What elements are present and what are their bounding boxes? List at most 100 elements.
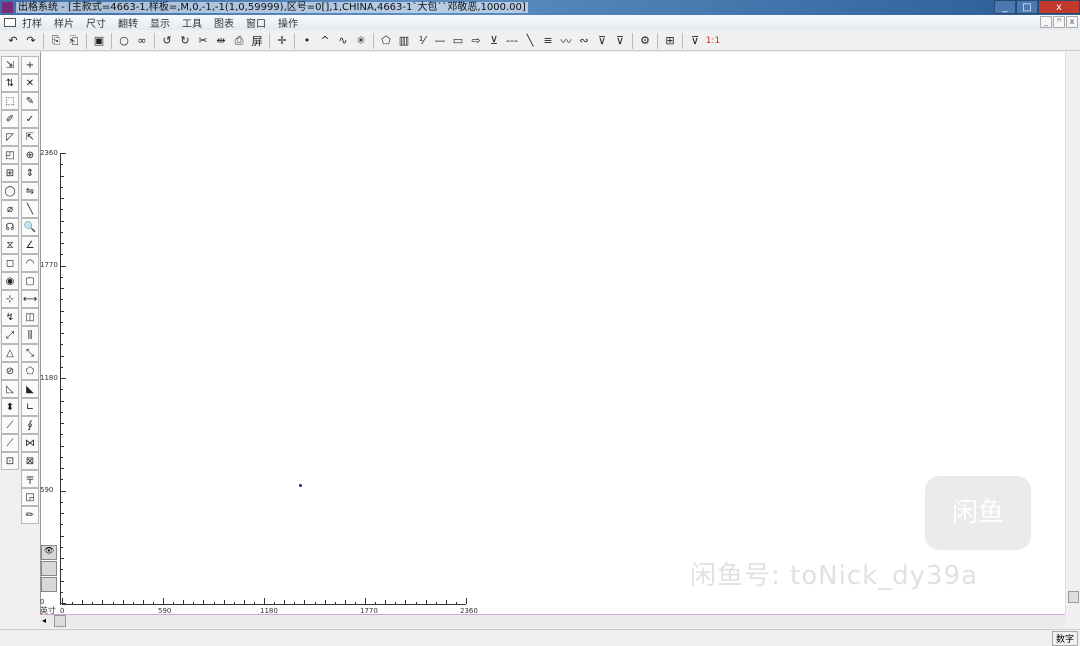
extra-tool-1-icon[interactable]: ◲ bbox=[21, 488, 39, 506]
curve-icon[interactable]: ∿ bbox=[334, 32, 352, 50]
left-tool-42-icon[interactable]: ⟋ bbox=[1, 434, 19, 452]
horizontal-scrollbar[interactable]: ◂ bbox=[40, 615, 1065, 628]
left-tool-43-icon[interactable]: ⋈ bbox=[21, 434, 39, 452]
dart-icon[interactable]: ⊻ bbox=[485, 32, 503, 50]
mdi-minimize-button[interactable]: _ bbox=[1040, 16, 1052, 28]
menu-yangpian[interactable]: 样片 bbox=[54, 15, 74, 30]
mirror-icon[interactable]: ⇹ bbox=[212, 32, 230, 50]
left-tool-29-icon[interactable]: ◫ bbox=[21, 308, 39, 326]
cut-icon[interactable]: ✂ bbox=[194, 32, 212, 50]
menu-fanzhuan[interactable]: 翻转 bbox=[118, 15, 138, 30]
panel-button[interactable] bbox=[41, 561, 57, 576]
menu-chuangkou[interactable]: 窗口 bbox=[246, 15, 266, 30]
left-tool-6-icon[interactable]: ✐ bbox=[1, 110, 19, 128]
left-tool-28-icon[interactable]: ↯ bbox=[1, 308, 19, 326]
left-tool-34-icon[interactable]: ⊘ bbox=[1, 362, 19, 380]
left-tool-12-icon[interactable]: ⊞ bbox=[1, 164, 19, 182]
left-tool-40-icon[interactable]: ⟋ bbox=[1, 416, 19, 434]
left-tool-39-icon[interactable]: ∟ bbox=[21, 398, 39, 416]
left-tool-0-icon[interactable]: ⇲ bbox=[1, 56, 19, 74]
left-tool-9-icon[interactable]: ⇱ bbox=[21, 128, 39, 146]
left-tool-37-icon[interactable]: ◣ bbox=[21, 380, 39, 398]
scroll-thumb[interactable] bbox=[54, 615, 66, 627]
left-tool-3-icon[interactable]: ✕ bbox=[21, 74, 39, 92]
zigzag-icon[interactable]: 〰 bbox=[557, 32, 575, 50]
scale-icon[interactable]: 1:1 bbox=[704, 32, 722, 50]
left-tool-38-icon[interactable]: ⬍ bbox=[1, 398, 19, 416]
print-icon[interactable]: ▣ bbox=[90, 32, 108, 50]
left-tool-23-icon[interactable]: ◠ bbox=[21, 254, 39, 272]
menu-gongju[interactable]: 工具 bbox=[182, 15, 202, 30]
rect-icon[interactable]: ▭ bbox=[449, 32, 467, 50]
left-tool-27-icon[interactable]: ⟷ bbox=[21, 290, 39, 308]
left-tool-11-icon[interactable]: ⊕ bbox=[21, 146, 39, 164]
maximize-button[interactable]: □ bbox=[1016, 0, 1038, 14]
screen-icon[interactable]: 屏 bbox=[248, 32, 266, 50]
left-tool-5-icon[interactable]: ✎ bbox=[21, 92, 39, 110]
mdi-restore-button[interactable]: ꟸ bbox=[1053, 16, 1065, 28]
undo-icon[interactable]: ↺ bbox=[158, 32, 176, 50]
left-tool-20-icon[interactable]: ⧖ bbox=[1, 236, 19, 254]
left-tool-35-icon[interactable]: ⬠ bbox=[21, 362, 39, 380]
left-tool-30-icon[interactable]: ⤢ bbox=[1, 326, 19, 344]
left-tool-22-icon[interactable]: ◻ bbox=[1, 254, 19, 272]
drawing-canvas[interactable] bbox=[40, 52, 1065, 615]
clipboard-icon[interactable]: ⎙ bbox=[230, 32, 248, 50]
left-tool-13-icon[interactable]: ⇕ bbox=[21, 164, 39, 182]
menu-xianshi[interactable]: 显示 bbox=[150, 15, 170, 30]
left-tool-14-icon[interactable]: ◯ bbox=[1, 182, 19, 200]
left-tool-18-icon[interactable]: ☊ bbox=[1, 218, 19, 236]
arrow-icon[interactable]: ⇨ bbox=[467, 32, 485, 50]
ruler-icon[interactable]: ⅟ bbox=[413, 32, 431, 50]
menu-caozuo[interactable]: 操作 bbox=[278, 15, 298, 30]
left-tool-4-icon[interactable]: ⬚ bbox=[1, 92, 19, 110]
menu-tubiao[interactable]: 图表 bbox=[214, 15, 234, 30]
dash-icon[interactable]: --- bbox=[503, 32, 521, 50]
left-tool-31-icon[interactable]: ⫼ bbox=[21, 326, 39, 344]
left-tool-8-icon[interactable]: ◸ bbox=[1, 128, 19, 146]
scroll-left-icon[interactable]: ◂ bbox=[42, 616, 46, 625]
notch-icon[interactable]: ⬠ bbox=[377, 32, 395, 50]
left-tool-36-icon[interactable]: ◺ bbox=[1, 380, 19, 398]
dart3-icon[interactable]: ⊽ bbox=[611, 32, 629, 50]
point-icon[interactable]: • bbox=[298, 32, 316, 50]
menu-dayang[interactable]: 打样 bbox=[22, 15, 42, 30]
left-tool-45-icon[interactable]: ⊠ bbox=[21, 452, 39, 470]
wave-icon[interactable]: ∾ bbox=[575, 32, 593, 50]
left-tool-26-icon[interactable]: ⊹ bbox=[1, 290, 19, 308]
star-icon[interactable]: ✳ bbox=[352, 32, 370, 50]
left-tool-1-icon[interactable]: + bbox=[21, 56, 39, 74]
mdi-close-button[interactable]: x bbox=[1066, 16, 1078, 28]
crosshair-icon[interactable]: ✛ bbox=[273, 32, 291, 50]
close-button[interactable]: x bbox=[1038, 0, 1080, 14]
left-tool-21-icon[interactable]: ∠ bbox=[21, 236, 39, 254]
left-tool-19-icon[interactable]: 🔍 bbox=[21, 218, 39, 236]
disabled-icon[interactable]: ⊽ bbox=[686, 32, 704, 50]
vertical-scrollbar[interactable] bbox=[1065, 52, 1080, 615]
minimize-button[interactable]: _ bbox=[994, 0, 1016, 14]
redo-icon[interactable]: ↻ bbox=[176, 32, 194, 50]
left-tool-32-icon[interactable]: △ bbox=[1, 344, 19, 362]
open-icon[interactable]: ↶ bbox=[4, 32, 22, 50]
document-icon[interactable] bbox=[4, 18, 16, 27]
left-tool-25-icon[interactable]: ▢ bbox=[21, 272, 39, 290]
eye-icon[interactable]: 👁 bbox=[41, 545, 57, 560]
triple-line-icon[interactable]: ≡ bbox=[539, 32, 557, 50]
layout-icon[interactable]: ⚙ bbox=[636, 32, 654, 50]
line-icon[interactable]: — bbox=[431, 32, 449, 50]
left-tool-16-icon[interactable]: ⌀ bbox=[1, 200, 19, 218]
left-tool-10-icon[interactable]: ◰ bbox=[1, 146, 19, 164]
left-tool-15-icon[interactable]: ⇋ bbox=[21, 182, 39, 200]
left-tool-24-icon[interactable]: ◉ bbox=[1, 272, 19, 290]
left-tool-7-icon[interactable]: ✓ bbox=[21, 110, 39, 128]
panel-button[interactable] bbox=[41, 577, 57, 592]
dart2-icon[interactable]: ⊽ bbox=[593, 32, 611, 50]
left-tool-33-icon[interactable]: ⤡ bbox=[21, 344, 39, 362]
scroll-thumb[interactable] bbox=[1068, 591, 1079, 603]
diagonal-icon[interactable]: ╲ bbox=[521, 32, 539, 50]
mark-icon[interactable]: ⊞ bbox=[661, 32, 679, 50]
point-marker[interactable] bbox=[299, 484, 302, 487]
left-tool-44-icon[interactable]: ⊡ bbox=[1, 452, 19, 470]
copy-piece-icon[interactable]: ⎘ bbox=[47, 32, 65, 50]
extra-tool-0-icon[interactable]: 〒 bbox=[21, 470, 39, 488]
